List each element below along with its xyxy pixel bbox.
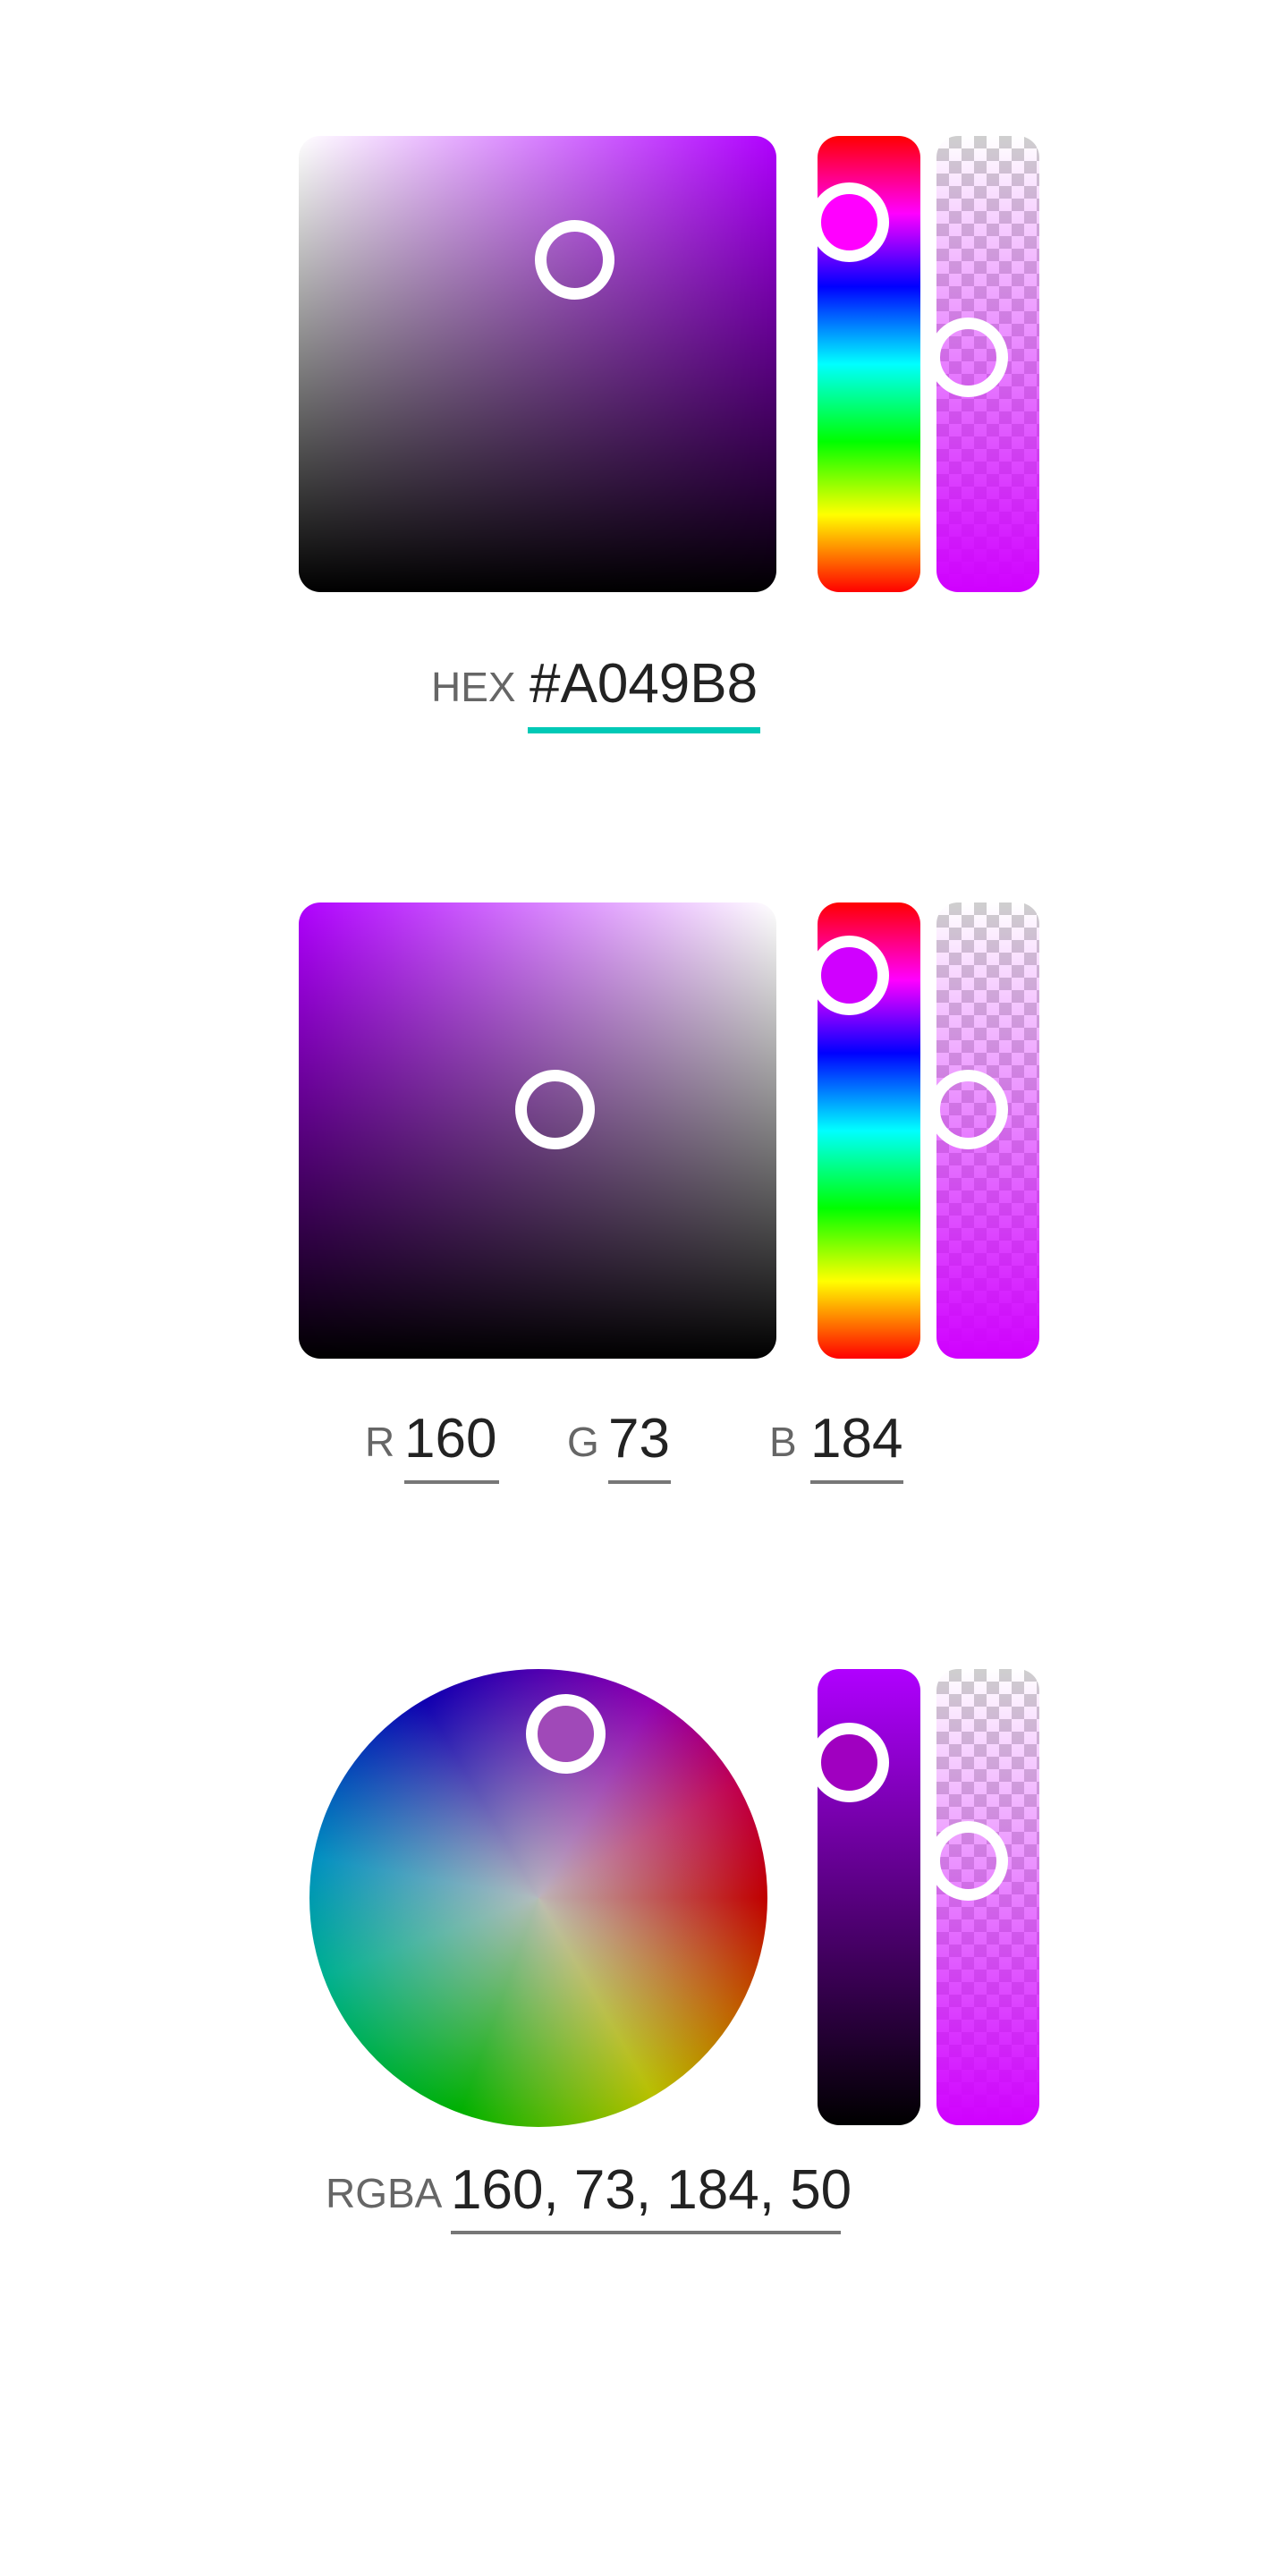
r-input[interactable]: 160: [404, 1406, 496, 1472]
rgba-input-underline: [451, 2231, 841, 2234]
hex-picker-saturation-box[interactable]: [299, 136, 776, 592]
rgba-input[interactable]: 160, 73, 184, 50: [451, 2157, 852, 2224]
hex-input-underline: [528, 727, 760, 733]
rgb-picker-saturation-handle[interactable]: [515, 1070, 595, 1149]
hex-picker-hue-handle[interactable]: [809, 182, 889, 262]
hex-label: HEX: [431, 664, 516, 710]
b-label: B: [769, 1419, 797, 1465]
color-wheel-handle[interactable]: [526, 1694, 606, 1774]
g-input-underline: [608, 1480, 671, 1484]
rgb-picker-hue-handle[interactable]: [809, 936, 889, 1015]
g-input[interactable]: 73: [608, 1406, 670, 1472]
wheel-picker-alpha-handle[interactable]: [928, 1821, 1008, 1901]
rgb-picker-alpha-handle[interactable]: [928, 1070, 1008, 1149]
r-label: R: [365, 1419, 395, 1465]
hex-input[interactable]: #A049B8: [530, 651, 758, 717]
r-input-underline: [404, 1480, 499, 1484]
wheel-picker-value-handle[interactable]: [809, 1723, 889, 1802]
b-input-underline: [810, 1480, 903, 1484]
b-input[interactable]: 184: [810, 1406, 902, 1472]
rgba-label: RGBA: [326, 2170, 443, 2216]
hex-picker-alpha-handle[interactable]: [928, 318, 1008, 397]
g-label: G: [567, 1419, 599, 1465]
hex-picker-saturation-handle[interactable]: [535, 220, 614, 300]
